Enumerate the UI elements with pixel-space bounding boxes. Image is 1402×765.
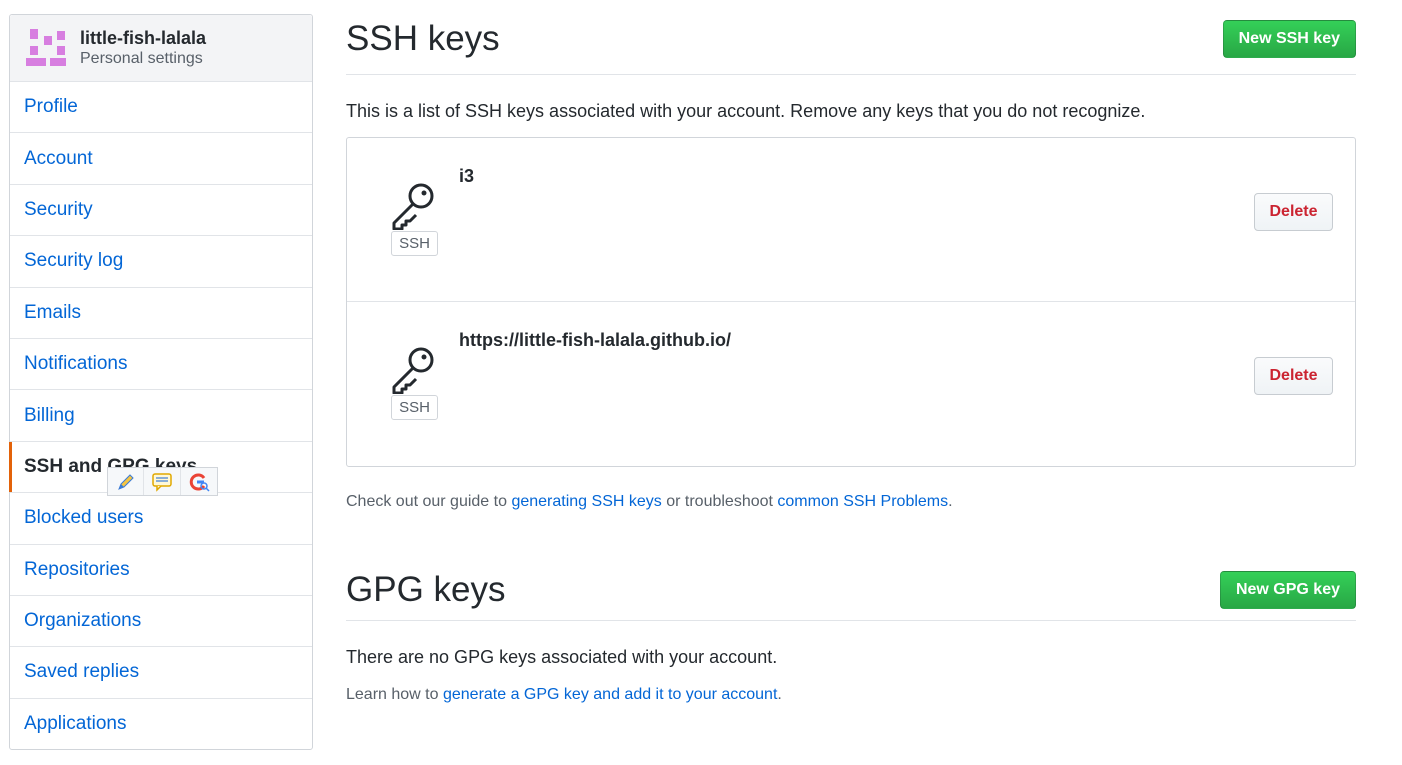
sidebar-item-saved-replies[interactable]: Saved replies <box>10 647 312 699</box>
sidebar-item-account[interactable]: Account <box>10 133 312 185</box>
ssh-badge: SSH <box>391 395 438 420</box>
sidebar-item-repositories[interactable]: Repositories <box>10 545 312 596</box>
floating-selection-toolbar <box>107 467 218 496</box>
sidebar-item-blocked-users[interactable]: Blocked users <box>10 493 312 545</box>
gpg-learn-prefix: Learn how to <box>346 686 439 703</box>
key-icon <box>392 347 434 394</box>
sidebar-item-organizations[interactable]: Organizations <box>10 596 312 648</box>
sidebar-item-notifications[interactable]: Notifications <box>10 339 312 391</box>
pencil-icon[interactable] <box>108 468 145 495</box>
google-search-icon[interactable] <box>181 468 217 495</box>
sidebar-item-security[interactable]: Security <box>10 185 312 237</box>
ssh-keys-title: SSH keys <box>346 19 500 58</box>
generate-gpg-key-link[interactable]: generate a GPG key and add it to your ac… <box>443 686 777 703</box>
ssh-guide-note: Check out our guide to generating SSH ke… <box>346 493 1356 511</box>
avatar[interactable] <box>26 28 66 68</box>
common-ssh-problems-link[interactable]: common SSH Problems <box>777 493 948 510</box>
sidebar-user-header: little-fish-lalala Personal settings <box>10 15 312 82</box>
ssh-key-row: SSH https://little-fish-lalala.github.io… <box>347 302 1355 466</box>
sidebar-username[interactable]: little-fish-lalala <box>80 27 206 49</box>
sidebar-subtitle: Personal settings <box>80 50 203 67</box>
ssh-key-row: SSH i3 Delete <box>347 138 1355 302</box>
ssh-guide-prefix: Check out our guide to <box>346 493 507 510</box>
delete-key-button[interactable]: Delete <box>1254 357 1333 395</box>
sidebar-item-applications[interactable]: Applications <box>10 699 312 750</box>
gpg-empty-text: There are no GPG keys associated with yo… <box>346 647 778 667</box>
gpg-learn-note: Learn how to generate a GPG key and add … <box>346 686 1356 704</box>
ssh-key-list: SSH i3 Delete SSH https://little-fish-la… <box>346 137 1356 467</box>
comment-icon[interactable] <box>144 468 181 495</box>
sidebar-item-emails[interactable]: Emails <box>10 288 312 339</box>
sidebar-item-billing[interactable]: Billing <box>10 390 312 442</box>
ssh-guide-suffix: . <box>948 493 953 510</box>
settings-sidebar: little-fish-lalala Personal settings Pro… <box>9 14 313 750</box>
ssh-guide-middle: or troubleshoot <box>666 493 773 510</box>
gpg-keys-title: GPG keys <box>346 569 506 609</box>
delete-key-button[interactable]: Delete <box>1254 193 1333 231</box>
new-gpg-key-button[interactable]: New GPG key <box>1219 570 1356 609</box>
gpg-section-header: GPG keys New GPG key <box>346 565 1356 621</box>
ssh-badge: SSH <box>391 231 438 256</box>
key-icon <box>392 183 434 230</box>
ssh-key-title: i3 <box>459 166 475 186</box>
ssh-section-header: SSH keys New SSH key <box>346 0 1356 75</box>
generating-ssh-keys-link[interactable]: generating SSH keys <box>511 493 661 510</box>
ssh-key-title: https://little-fish-lalala.github.io/ <box>459 330 731 350</box>
ssh-description: This is a list of SSH keys associated wi… <box>346 101 1146 121</box>
gpg-learn-suffix: . <box>777 686 782 703</box>
sidebar-item-security-log[interactable]: Security log <box>10 236 312 288</box>
main-content: SSH keys New SSH key This is a list of S… <box>346 0 1356 704</box>
new-ssh-key-button[interactable]: New SSH key <box>1222 20 1356 58</box>
sidebar-item-profile[interactable]: Profile <box>10 82 312 134</box>
